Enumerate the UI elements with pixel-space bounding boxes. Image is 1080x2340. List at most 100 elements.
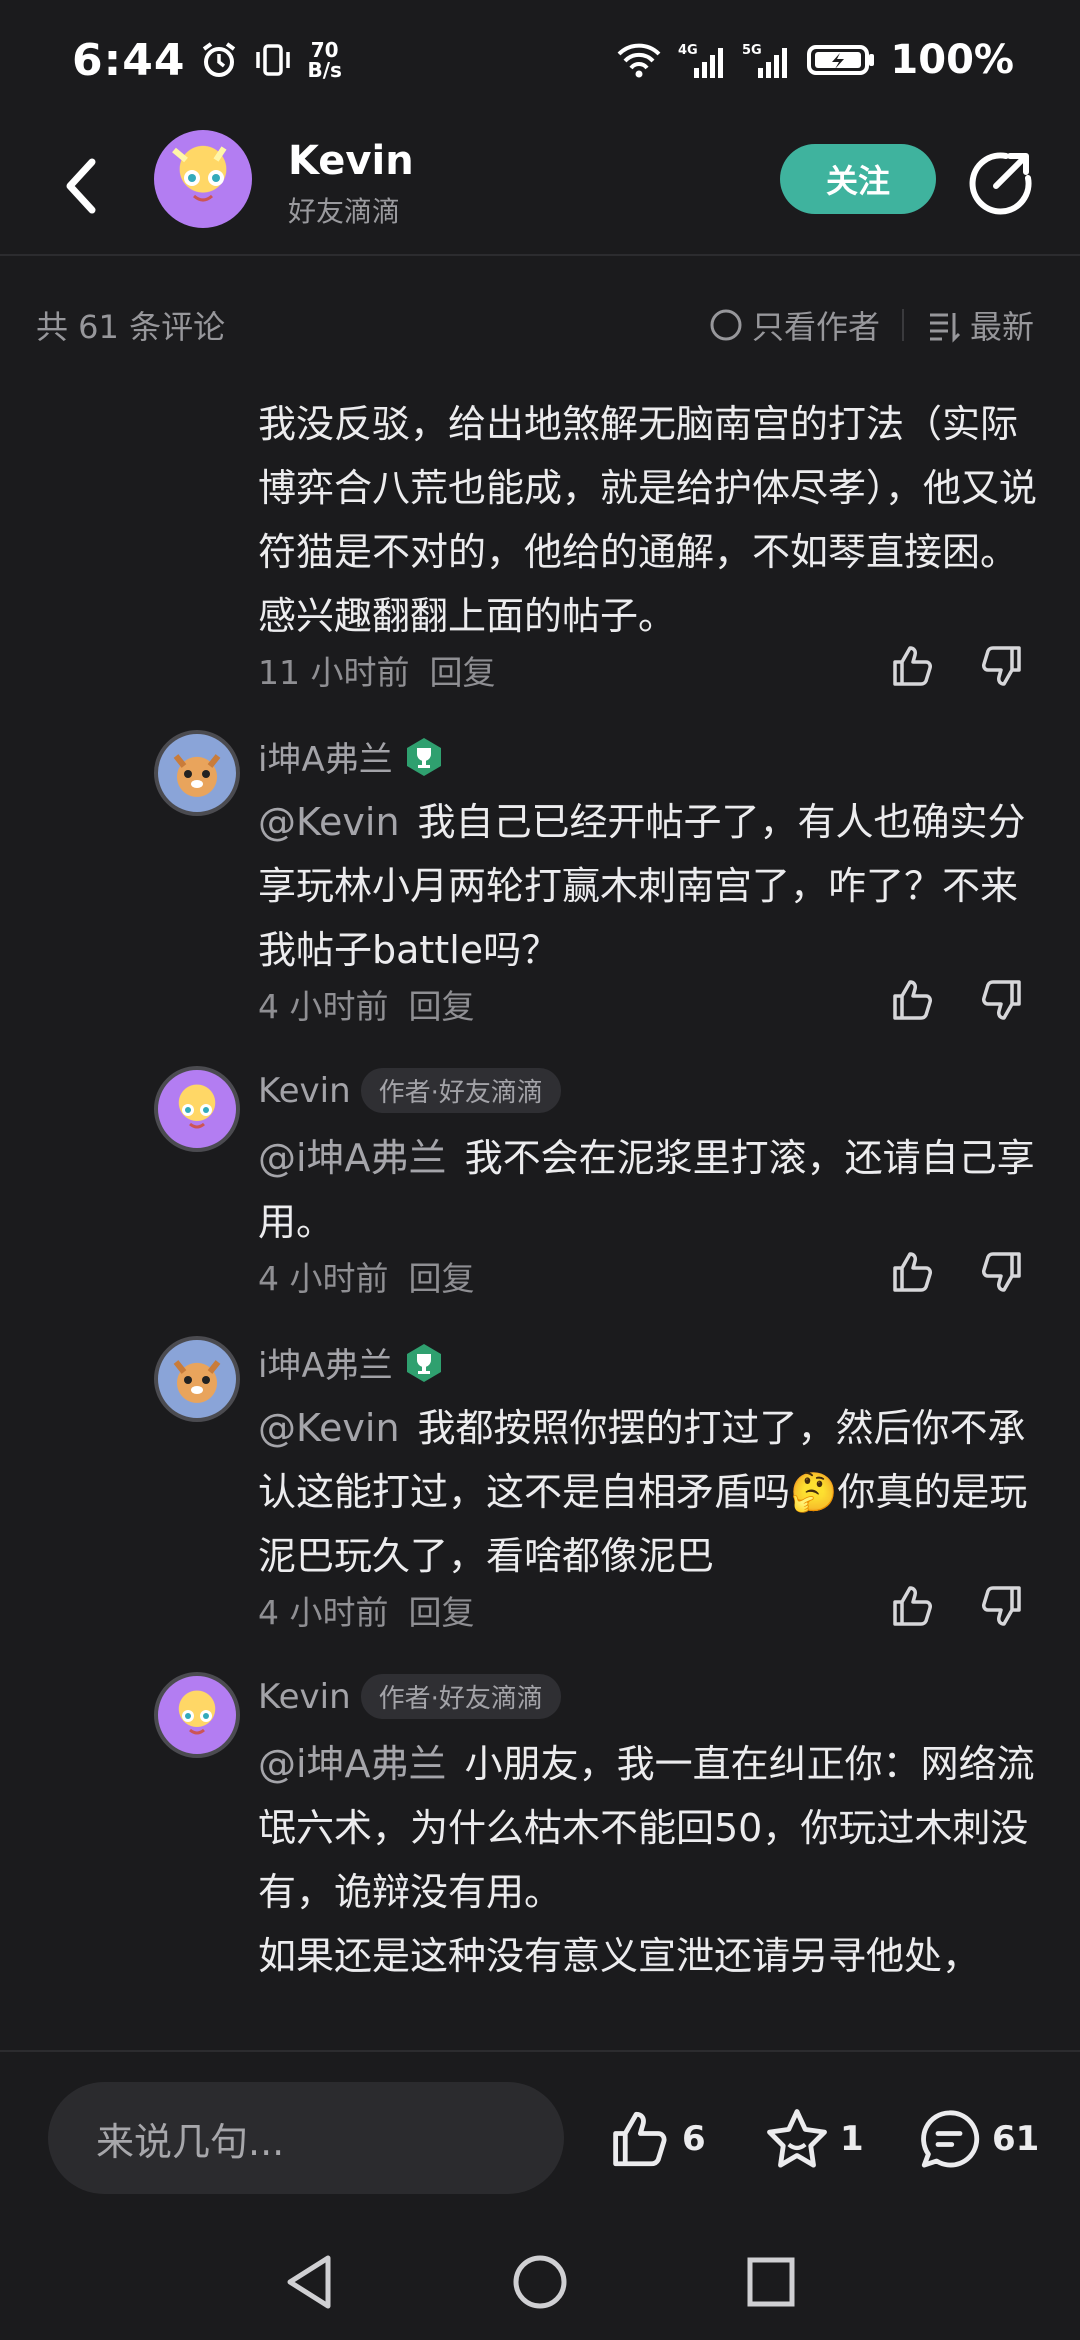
reply-button[interactable]: 回复 (409, 980, 475, 1028)
thumbs-down-icon[interactable] (978, 642, 1026, 690)
wifi-icon (614, 40, 664, 80)
star-icon (767, 2109, 827, 2168)
comment-text: @i坤A弗兰 我不会在泥浆里打滚，还请自己享用。 (258, 1126, 1038, 1254)
author-subtitle: 好友滴滴 (288, 195, 401, 228)
commenter-name[interactable]: Kevin (258, 1677, 351, 1717)
filter-author-label: 只看作者 (751, 308, 880, 346)
comment-item: i坤A弗兰 @Kevin 我都按照你摆的打过了，然后你不承认这能打过，这不是自相矛… (0, 1336, 1080, 1672)
comment-item: Kevin 作者·好友滴滴 @i坤A弗兰 我不会在泥浆里打滚，还请自己享用。 4 … (0, 1066, 1080, 1336)
svg-text:5G: 5G (742, 43, 762, 58)
comment-meta: 4 小时前 回复 (258, 1586, 475, 1634)
commenter-name[interactable]: i坤A弗兰 (258, 732, 393, 781)
bottom-action-bar: 来说几句... 6 1 61 (0, 2050, 1080, 2222)
post-header: Kevin 好友滴滴 关注 (0, 120, 1080, 256)
comment-count: 共 61 条评论 (36, 308, 226, 346)
comment-time: 4 小时前 (258, 987, 389, 1026)
comment-actions (888, 976, 1026, 1024)
net-speed: 70 B/s (307, 40, 341, 80)
commenter-avatar[interactable] (154, 1336, 240, 1422)
thumbs-down-icon[interactable] (978, 1582, 1026, 1630)
filter-author-only[interactable]: 只看作者 (708, 302, 880, 348)
trophy-badge-icon (406, 1343, 441, 1382)
sort-icon (929, 313, 961, 343)
filter-sort-newest[interactable]: 最新 (926, 302, 1034, 348)
comment-text: @Kevin 我都按照你摆的打过了，然后你不承认这能打过，这不是自相矛盾吗🤔你真的… (258, 1396, 1038, 1588)
triangle-back-icon (287, 2255, 331, 2309)
comment-meta: 4 小时前 回复 (258, 980, 475, 1028)
nav-recents-button[interactable] (744, 2252, 798, 2316)
comment-bubble-icon (921, 2110, 980, 2168)
mention-link[interactable]: @Kevin (258, 1406, 400, 1450)
mention-link[interactable]: @Kevin (258, 800, 400, 844)
comment-content-2: 如果还是这种没有意义宣泄还请另寻他处， (258, 1934, 981, 1978)
author-name[interactable]: Kevin (288, 138, 414, 184)
signal-4g-icon: 4G (678, 40, 728, 80)
follow-button[interactable]: 关注 (780, 144, 936, 214)
comment-meta: 4 小时前 回复 (258, 1252, 475, 1300)
comment-item: i坤A弗兰 @Kevin 我自己已经开帖子了，有人也确实分享玩林小月两轮打赢木刺南… (0, 730, 1080, 1066)
favorite-count: 1 (840, 2119, 864, 2159)
author-tag: 作者·好友滴滴 (360, 1068, 561, 1113)
thumbs-up-icon[interactable] (888, 976, 936, 1024)
commenter-name-row: Kevin 作者·好友滴滴 (258, 1674, 561, 1719)
comment-time: 11 小时前 (258, 653, 410, 692)
thumbs-up-icon[interactable] (888, 1582, 936, 1630)
radio-circle-icon (710, 309, 742, 341)
comment-text: @Kevin 我自己已经开帖子了，有人也确实分享玩林小月两轮打赢木刺南宫了，咋了？… (258, 790, 1038, 982)
commenter-avatar[interactable] (154, 1066, 240, 1152)
commenter-name-row: Kevin 作者·好友滴滴 (258, 1068, 561, 1113)
nav-home-button[interactable] (512, 2252, 568, 2316)
circle-home-icon (513, 2255, 567, 2309)
reply-button[interactable]: 回复 (409, 1586, 475, 1634)
alarm-icon (199, 40, 239, 80)
thumbs-up-icon[interactable] (888, 1248, 936, 1296)
comment-text: @i坤A弗兰 小朋友，我一直在纠正你：网络流氓六术，为什么枯木不能回50，你玩过木… (258, 1732, 1038, 1988)
battery-percent: 100% (890, 37, 1014, 83)
nav-back-button[interactable] (282, 2252, 336, 2316)
like-post-button[interactable]: 6 (606, 2106, 706, 2172)
comment-filters: 只看作者 最新 (708, 302, 1034, 348)
mention-link[interactable]: @i坤A弗兰 (258, 1742, 447, 1786)
share-button[interactable] (966, 148, 1036, 218)
status-left: 6:44 70 B/s (72, 35, 342, 86)
favorite-button[interactable]: 1 (764, 2106, 864, 2172)
commenter-avatar[interactable] (154, 1672, 240, 1758)
commenter-name-row: i坤A弗兰 (258, 1338, 445, 1387)
author-tag: 作者·好友滴滴 (360, 1674, 561, 1719)
commenter-name-row: i坤A弗兰 (258, 732, 445, 781)
comment-actions (888, 642, 1026, 690)
system-nav-bar (0, 2222, 1080, 2340)
battery-icon (806, 40, 876, 80)
comment-item: Kevin 作者·好友滴滴 @i坤A弗兰 小朋友，我一直在纠正你：网络流氓六术，为… (0, 1672, 1080, 2050)
thumbs-up-icon (613, 2111, 667, 2167)
comment-actions (888, 1582, 1026, 1630)
thinking-emoji: 🤔 (790, 1470, 838, 1514)
reply-button[interactable]: 回复 (429, 646, 495, 694)
comment-button[interactable]: 61 (916, 2106, 1039, 2172)
back-button[interactable] (52, 150, 112, 222)
comment-meta: 11 小时前 回复 (258, 646, 495, 694)
svg-text:4G: 4G (678, 43, 698, 58)
clock: 6:44 (72, 34, 186, 86)
reply-button[interactable]: 回复 (409, 1252, 475, 1300)
commenter-avatar[interactable] (154, 730, 240, 816)
thumbs-down-icon[interactable] (978, 976, 1026, 1024)
thumbs-up-icon[interactable] (888, 642, 936, 690)
comment-total-count: 61 (992, 2119, 1040, 2159)
author-avatar[interactable] (154, 130, 252, 228)
comment-text: 我没反驳，给出地煞解无脑南宫的打法（实际博弈合八荒也能成，就是给护体尽孝），他又… (258, 402, 1038, 638)
commenter-name[interactable]: Kevin (258, 1071, 351, 1111)
comment-actions (888, 1248, 1026, 1296)
mention-link[interactable]: @i坤A弗兰 (258, 1136, 447, 1180)
status-bar: 6:44 70 B/s 4G 5G 100% (0, 0, 1080, 120)
comment-time: 4 小时前 (258, 1259, 389, 1298)
comment-input[interactable]: 来说几句... (48, 2082, 564, 2194)
filter-divider (901, 309, 904, 341)
chevron-left-icon (66, 158, 96, 214)
square-recents-icon (747, 2257, 795, 2307)
comment-item: 我没反驳，给出地煞解无脑南宫的打法（实际博弈合八荒也能成，就是给护体尽孝），他又… (0, 380, 1080, 730)
commenter-name[interactable]: i坤A弗兰 (258, 1338, 393, 1387)
vibrate-icon (253, 40, 293, 80)
net-speed-unit: B/s (307, 58, 342, 82)
thumbs-down-icon[interactable] (978, 1248, 1026, 1296)
